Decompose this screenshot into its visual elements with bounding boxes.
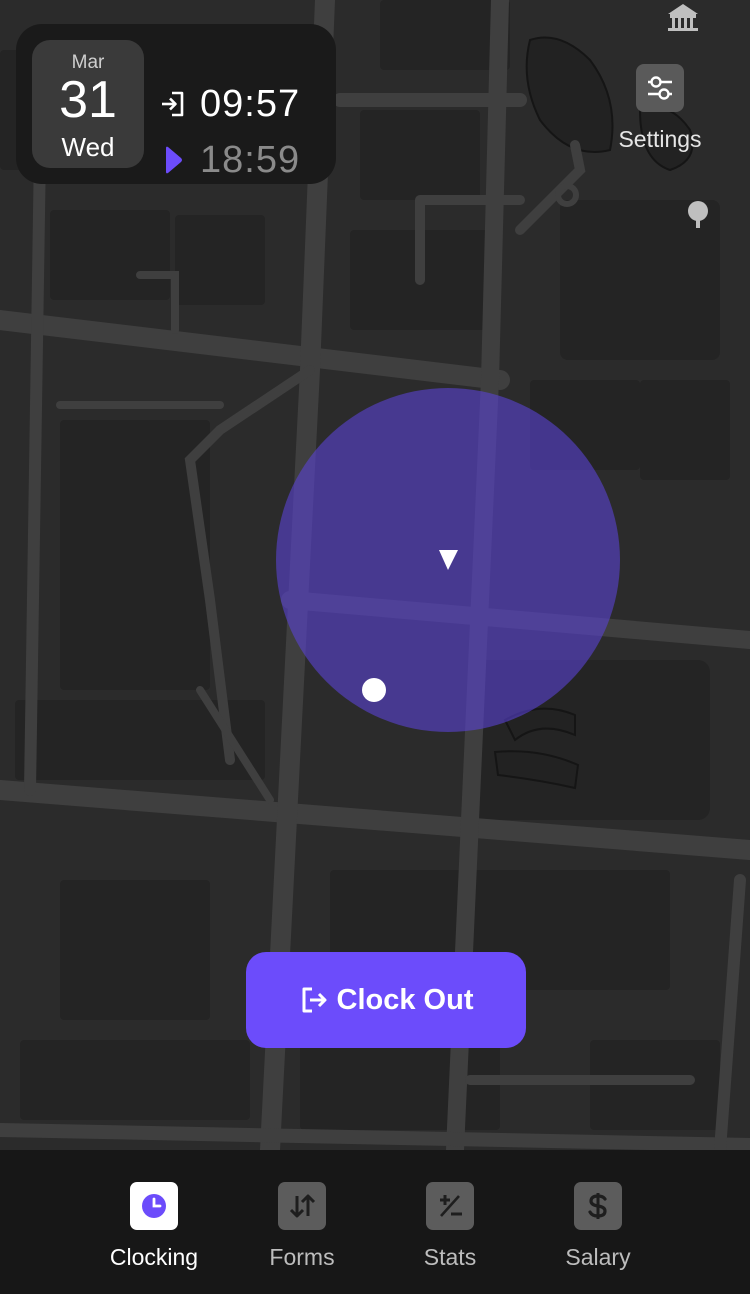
clock-in-row: 09:57 xyxy=(158,82,300,126)
play-icon xyxy=(158,145,188,175)
nav-item-clocking[interactable]: Clocking xyxy=(84,1182,224,1282)
clock-in-time: 09:57 xyxy=(200,82,301,125)
nav-item-forms[interactable]: Forms xyxy=(232,1182,372,1282)
login-icon xyxy=(158,89,188,119)
logout-icon xyxy=(299,985,329,1015)
plus-minus-icon xyxy=(426,1182,474,1230)
nav-label-stats: Stats xyxy=(423,1244,477,1270)
nav-label-salary: Salary xyxy=(565,1244,631,1270)
date-box: Mar 31 Wed xyxy=(32,40,144,168)
date-day: 31 xyxy=(59,71,117,129)
bottom-nav: Clocking Forms Stats Salary xyxy=(0,1150,750,1294)
settings-button[interactable]: Settings xyxy=(605,62,715,162)
settings-label: Settings xyxy=(618,126,702,152)
nav-label-clocking: Clocking xyxy=(109,1244,199,1270)
arrows-updown-icon xyxy=(278,1182,326,1230)
clock-out-row: 18:59 xyxy=(158,138,300,182)
time-card: Mar 31 Wed 09:57 18:59 xyxy=(16,24,336,184)
clock-icon xyxy=(130,1182,178,1230)
clock-out-button[interactable]: Clock Out xyxy=(246,952,526,1048)
date-weekday: Wed xyxy=(61,132,115,162)
sliders-icon xyxy=(636,64,684,112)
nav-label-forms: Forms xyxy=(269,1244,335,1270)
nav-item-stats[interactable]: Stats xyxy=(380,1182,520,1282)
nav-item-salary[interactable]: Salary xyxy=(528,1182,668,1282)
dollar-icon xyxy=(574,1182,622,1230)
clock-out-label: Clock Out xyxy=(336,983,474,1016)
clock-out-time: 18:59 xyxy=(200,138,301,181)
